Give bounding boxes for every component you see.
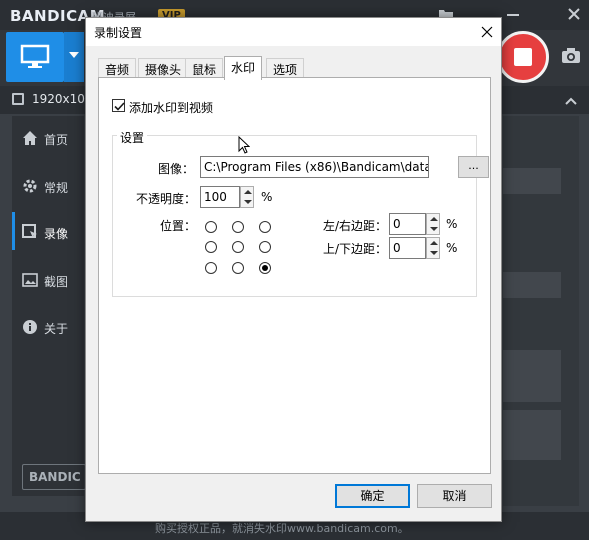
- dialog-title: 录制设置: [94, 26, 143, 40]
- mode-dropdown-button[interactable]: [64, 32, 84, 82]
- lr-margin-unit: %: [446, 217, 458, 231]
- sidebar-item-video[interactable]: 录像: [22, 222, 92, 244]
- arrow-down-icon[interactable]: [244, 200, 252, 204]
- tab-mouse[interactable]: 鼠标: [185, 58, 224, 78]
- home-icon: [22, 130, 38, 146]
- sidebar-item-home[interactable]: 首页: [22, 128, 92, 150]
- position-radio-bottom-left[interactable]: [205, 262, 217, 274]
- position-radio-middle-center[interactable]: [232, 241, 244, 253]
- ok-button[interactable]: 确定: [335, 484, 410, 508]
- tab-watermark[interactable]: 水印: [224, 56, 263, 80]
- checkbox-box[interactable]: [112, 99, 125, 112]
- gear-icon: [22, 178, 38, 194]
- arrow-up-icon[interactable]: [430, 217, 438, 221]
- position-radio-middle-left[interactable]: [205, 241, 217, 253]
- tab-options[interactable]: 选项: [266, 58, 305, 78]
- position-radio-bottom-center[interactable]: [232, 262, 244, 274]
- position-radio-top-left[interactable]: [205, 221, 217, 233]
- position-label: 位置：: [160, 219, 197, 233]
- sidebar-item-label: 截图: [44, 275, 69, 289]
- chevron-down-icon: [69, 52, 79, 58]
- opacity-label: 不透明度：: [136, 192, 197, 206]
- right-panel-row: [503, 168, 561, 194]
- footer-text: 购买授权正品，就消失水印www.bandicam.com。: [155, 522, 409, 535]
- dialog-titlebar: 录制设置: [86, 18, 501, 46]
- image-path-input[interactable]: C:\Program Files (x86)\Bandicam\data\sam…: [200, 156, 429, 178]
- sidebar-item-label: 首页: [44, 133, 69, 147]
- right-panel-row: [503, 410, 561, 460]
- video-icon: [22, 224, 38, 240]
- position-radio-middle-right[interactable]: [259, 241, 271, 253]
- tab-webcam[interactable]: 摄像头: [138, 58, 189, 78]
- arrow-up-icon[interactable]: [244, 190, 252, 194]
- minimize-icon[interactable]: [505, 6, 521, 22]
- screen-mode-button[interactable]: [6, 32, 64, 82]
- position-radio-top-center[interactable]: [232, 221, 244, 233]
- sidebar-item-label: 常规: [44, 181, 69, 195]
- opacity-input[interactable]: 100: [200, 186, 240, 208]
- arrow-down-icon[interactable]: [430, 227, 438, 231]
- sidebar-item-screenshot[interactable]: 截图: [22, 270, 92, 292]
- settings-group-title: 设置: [117, 129, 148, 146]
- tb-margin-input[interactable]: 0: [389, 237, 426, 259]
- app-close-icon[interactable]: [566, 6, 582, 22]
- arrow-up-icon[interactable]: [430, 241, 438, 245]
- sidebar-item-general[interactable]: 常规: [22, 176, 92, 198]
- lr-margin-stepper[interactable]: [426, 213, 440, 235]
- right-panel-row: [503, 272, 561, 298]
- sidebar-item-label: 录像: [44, 227, 69, 241]
- chevron-up-icon[interactable]: [565, 94, 577, 108]
- arrow-down-icon[interactable]: [430, 251, 438, 255]
- record-button[interactable]: [497, 31, 549, 83]
- right-panel-row: [503, 350, 561, 402]
- stop-icon: [514, 48, 532, 66]
- opacity-stepper[interactable]: [240, 186, 254, 208]
- info-icon: [22, 319, 38, 335]
- position-radio-bottom-right[interactable]: [259, 262, 271, 274]
- bandicam-logo: BANDIC: [22, 464, 86, 490]
- resolution-text: 1920x108: [32, 92, 93, 106]
- browse-button[interactable]: ...: [458, 156, 489, 178]
- camera-icon[interactable]: [561, 48, 581, 64]
- monitor-icon: [20, 44, 50, 68]
- region-icon: [12, 93, 24, 105]
- sidebar-item-label: 关于: [44, 322, 69, 336]
- tb-margin-label: 上/下边距：: [323, 242, 388, 256]
- tb-margin-unit: %: [446, 241, 458, 255]
- record-settings-dialog: 录制设置 音频 摄像头 鼠标 水印 选项 添加水印到视频 设置 图像： C:\P…: [85, 17, 502, 522]
- opacity-unit: %: [261, 190, 273, 204]
- image-label: 图像：: [158, 162, 195, 176]
- close-icon[interactable]: [478, 23, 496, 41]
- checkmark-icon: [114, 102, 125, 111]
- lr-margin-input[interactable]: 0: [389, 213, 426, 235]
- tb-margin-stepper[interactable]: [426, 237, 440, 259]
- cancel-button[interactable]: 取消: [417, 484, 492, 508]
- image-icon: [22, 272, 38, 288]
- sidebar-item-about[interactable]: 关于: [22, 317, 92, 339]
- lr-margin-label: 左/右边距：: [323, 219, 388, 233]
- position-radio-top-right[interactable]: [259, 221, 271, 233]
- sidebar-active-indicator: [12, 212, 15, 250]
- tab-audio[interactable]: 音频: [98, 58, 137, 78]
- add-watermark-label: 添加水印到视频: [129, 101, 214, 115]
- sidebar: [12, 116, 84, 496]
